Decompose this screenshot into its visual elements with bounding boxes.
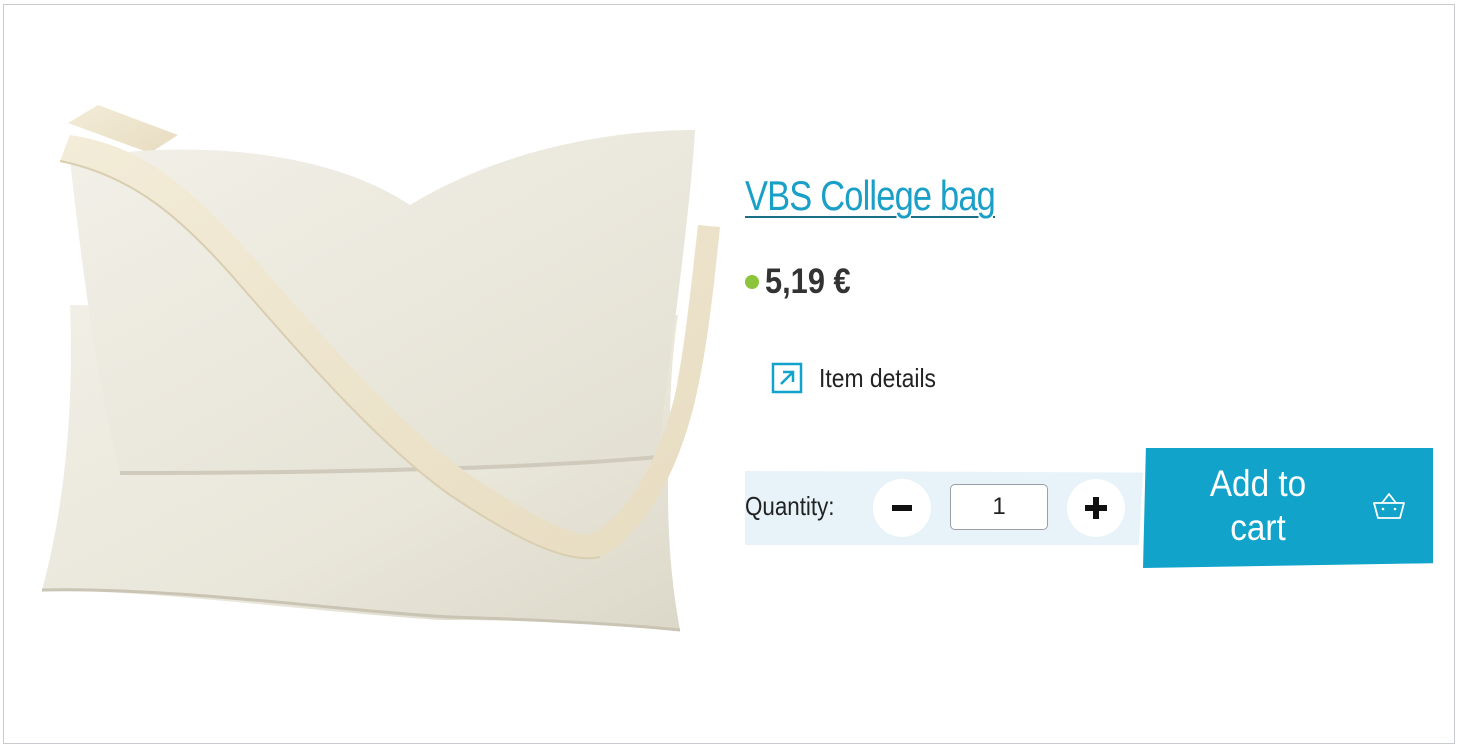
price-row: 5,19 € <box>745 262 862 302</box>
minus-icon <box>892 505 912 511</box>
item-details-link[interactable]: Item details <box>771 362 952 394</box>
increase-quantity-button[interactable] <box>1067 479 1125 537</box>
stock-status-dot <box>745 275 759 289</box>
plus-icon <box>1085 497 1107 519</box>
item-details-label: Item details <box>819 362 936 393</box>
external-link-arrow-icon <box>771 362 803 394</box>
quantity-label: Quantity: <box>745 491 835 521</box>
add-to-cart-label: Add to cart <box>1209 463 1307 548</box>
product-title-link[interactable]: VBS College bag <box>745 172 996 220</box>
basket-icon <box>1373 493 1405 519</box>
decrease-quantity-button[interactable] <box>873 479 931 537</box>
price: 5,19 € <box>765 262 851 301</box>
add-to-cart-button[interactable]: Add to cart <box>1143 448 1433 568</box>
product-image[interactable] <box>30 95 720 640</box>
quantity-input[interactable] <box>950 484 1048 530</box>
